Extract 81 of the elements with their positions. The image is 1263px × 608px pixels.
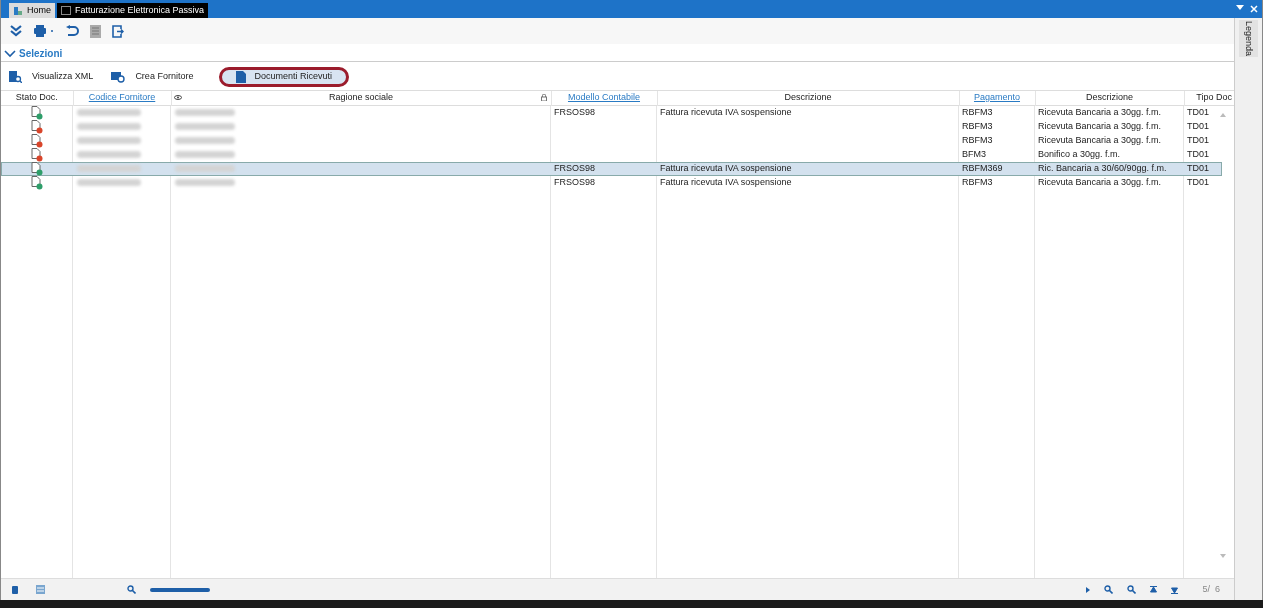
table-cell: FRSOS98 (554, 162, 595, 173)
table-cell: Ricevuta Bancaria a 30gg. f.m. (1038, 120, 1162, 131)
blurred-text (175, 151, 235, 158)
search-icon[interactable] (127, 585, 136, 594)
document-status-icon (31, 147, 43, 162)
document-icon (236, 71, 247, 83)
table-cell: TD01 (1187, 134, 1209, 145)
undo-icon[interactable] (65, 25, 79, 37)
tab[interactable]: Home (9, 3, 55, 18)
column-header[interactable]: Stato Doc. (15, 92, 58, 102)
toolbar-button[interactable]: Documenti Ricevuti (219, 67, 349, 87)
column-header[interactable]: Descrizione (784, 92, 832, 102)
table-cell: Fattura ricevuta IVA sospensione (660, 176, 792, 187)
table-cell: Ricevuta Bancaria a 30gg. f.m. (1038, 134, 1162, 145)
blurred-text (77, 179, 141, 186)
table-cell: Fattura ricevuta IVA sospensione (660, 106, 792, 117)
zoom-out-icon[interactable] (1127, 585, 1137, 594)
table-cell: RBFM3 (962, 176, 993, 187)
column-header[interactable]: Codice Fornitore (88, 92, 156, 102)
table-cell: Bonifico a 30gg. f.m. (1038, 148, 1121, 159)
blurred-text (175, 165, 235, 172)
table-cell: Ricevuta Bancaria a 30gg. f.m. (1038, 106, 1162, 117)
dropdown-icon[interactable] (1236, 5, 1244, 11)
print-icon[interactable] (33, 25, 55, 37)
blurred-text (77, 123, 141, 130)
column-header[interactable]: Ragione sociale (328, 92, 393, 102)
table-cell: RBFM3 (962, 106, 993, 117)
document-status-icon (31, 119, 43, 134)
blurred-text (175, 137, 235, 144)
table-cell: TD01 (1187, 176, 1209, 187)
column-header[interactable]: Descrizione (1086, 92, 1133, 102)
document-icon[interactable] (89, 23, 102, 39)
section-title: Selezioni (19, 47, 63, 61)
column-header[interactable]: Modello Contabile (567, 92, 640, 102)
window-icon (61, 6, 71, 15)
last-icon[interactable] (1171, 585, 1179, 594)
blurred-text (77, 109, 141, 116)
blurred-text (175, 123, 235, 130)
blurred-text (77, 165, 141, 172)
expand-icon[interactable] (9, 25, 23, 37)
table-cell: BFM3 (962, 148, 986, 159)
exit-icon[interactable] (112, 24, 124, 38)
eye-icon[interactable] (173, 95, 182, 100)
blurred-text (77, 137, 141, 144)
document-status-icon (31, 133, 43, 148)
close-icon[interactable] (1250, 5, 1258, 13)
tab[interactable]: Fatturazione Elettronica Passiva (57, 3, 209, 18)
table-cell: Ric. Bancaria a 30/60/90gg. f.m. (1038, 162, 1167, 173)
table-cell: RBFM3 (962, 134, 993, 145)
zoom-in-icon[interactable] (1104, 585, 1114, 594)
table-cell: Fattura ricevuta IVA sospensione (660, 162, 792, 173)
chevron-icon[interactable] (4, 49, 16, 58)
document-status-icon (31, 175, 43, 190)
column-header[interactable]: Pagamento (973, 92, 1020, 102)
scrollbar[interactable] (150, 587, 210, 592)
table-cell: Ricevuta Bancaria a 30gg. f.m. (1038, 176, 1162, 187)
legend-tab[interactable]: Legenda (1238, 20, 1259, 58)
table-cell: FRSOS98 (554, 176, 595, 187)
table-cell: FRSOS98 (554, 106, 595, 117)
table-cell: RBFM3 (962, 120, 993, 131)
table-cell: TD01 (1187, 162, 1209, 173)
document-status-icon (31, 105, 43, 120)
page-counter: 5/ 6 (1202, 582, 1220, 596)
table-cell: TD01 (1187, 120, 1209, 131)
column-header[interactable]: Tipo Doc (1196, 92, 1232, 102)
table-cell: TD01 (1187, 148, 1209, 159)
lock-icon[interactable] (540, 94, 547, 101)
blurred-text (175, 109, 235, 116)
document-status-icon (31, 161, 43, 176)
trash-icon[interactable] (12, 585, 18, 594)
table-cell: TD01 (1187, 106, 1209, 117)
home-icon (13, 5, 23, 16)
blurred-text (77, 151, 141, 158)
first-icon[interactable] (1150, 585, 1158, 594)
search-document-icon (9, 71, 22, 83)
next-icon[interactable] (1086, 586, 1091, 593)
selected-row-highlight[interactable] (1, 162, 1222, 176)
toolbar-button[interactable]: Crea Fornitore (109, 67, 196, 87)
table-cell: RBFM369 (962, 162, 1003, 173)
toolbar-button[interactable]: Visualizza XML (7, 67, 96, 87)
blurred-text (175, 179, 235, 186)
